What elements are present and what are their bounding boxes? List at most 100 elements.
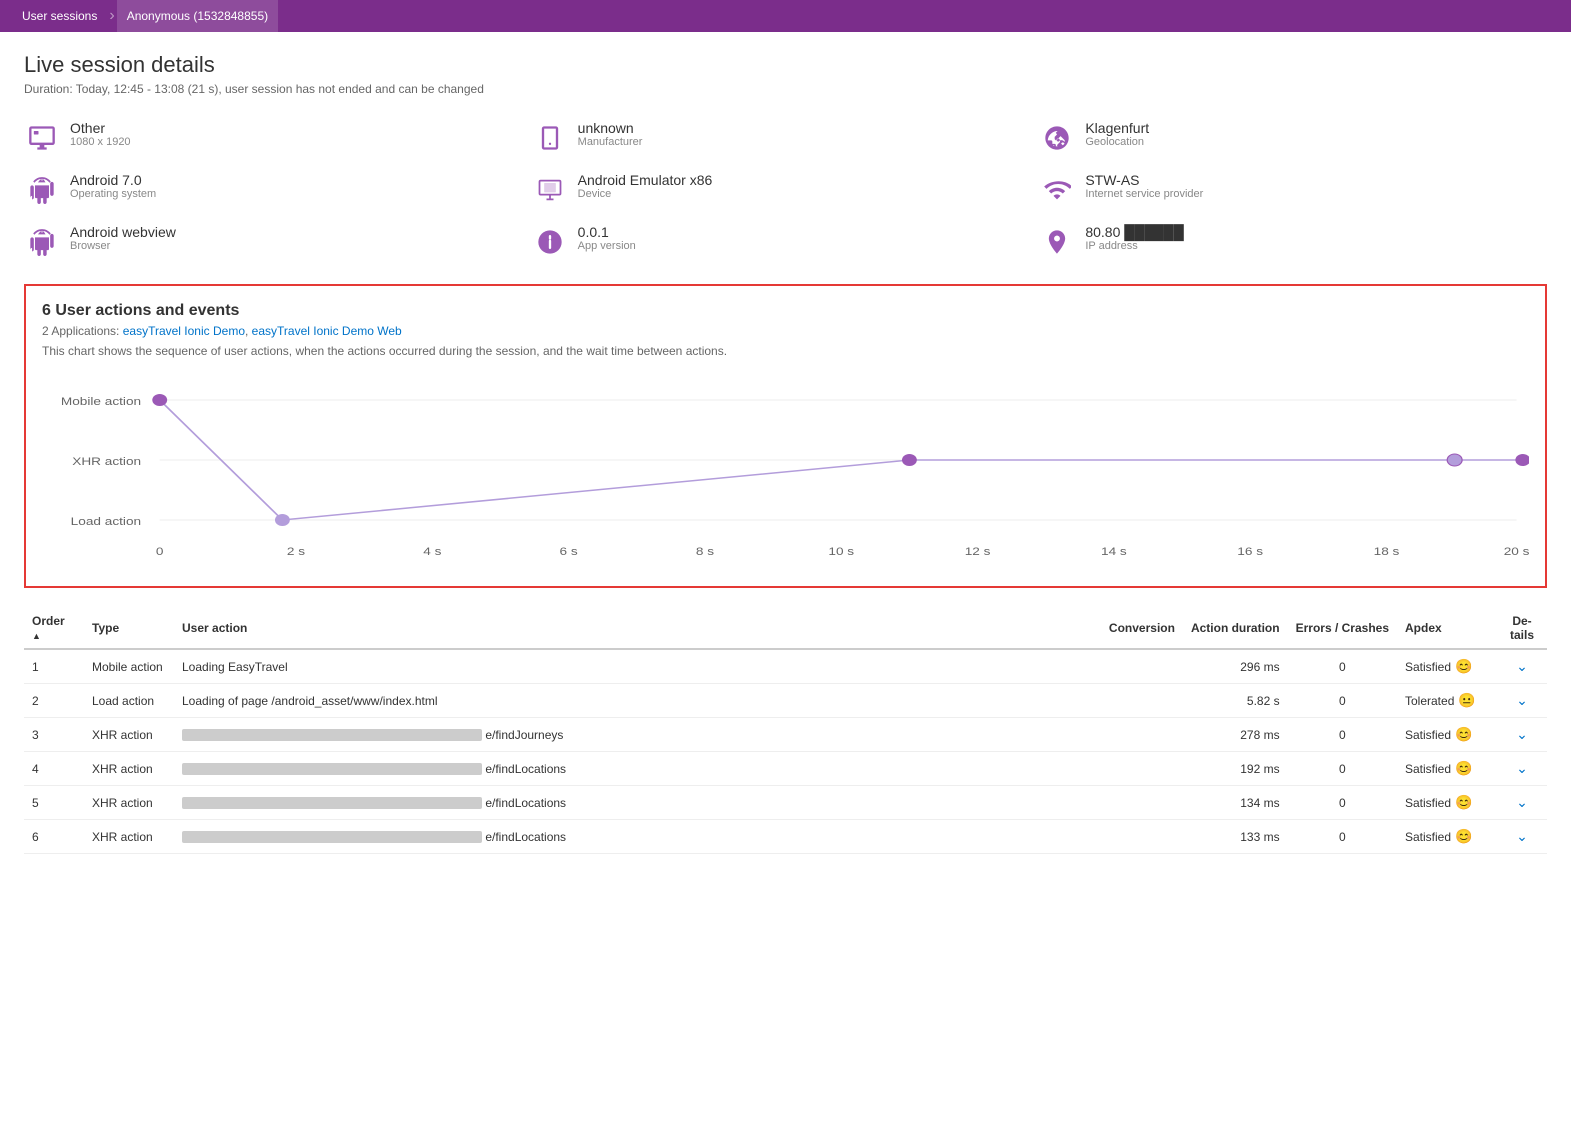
cell-apdex: Satisfied 😊 <box>1397 649 1497 684</box>
chart-apps-label: 2 Applications: <box>42 324 123 338</box>
cell-duration: 296 ms <box>1183 649 1288 684</box>
geolocation-label: Klagenfurt <box>1085 120 1149 136</box>
cell-action: Loading EasyTravel <box>174 649 1101 684</box>
cell-conversion <box>1101 786 1183 820</box>
cell-conversion <box>1101 820 1183 854</box>
ip-label: 80.80 ██████ <box>1085 224 1183 240</box>
manufacturer-label: unknown <box>578 120 643 136</box>
svg-text:14 s: 14 s <box>1101 545 1127 557</box>
table-row: 6 XHR action e/findLocations 133 ms 0 Sa… <box>24 820 1547 854</box>
cell-errors: 0 <box>1288 649 1397 684</box>
nav-item-anonymous[interactable]: Anonymous (1532848855) <box>117 0 278 32</box>
cell-details[interactable]: ⌄ <box>1497 684 1547 718</box>
device-item-isp: STW-AS Internet service provider <box>1039 172 1547 208</box>
device-item-appversion: 0.0.1 App version <box>532 224 1040 260</box>
th-order[interactable]: Order▲ <box>24 608 84 649</box>
os-label: Android 7.0 <box>70 172 156 188</box>
cell-duration: 192 ms <box>1183 752 1288 786</box>
isp-label: STW-AS <box>1085 172 1203 188</box>
cell-details[interactable]: ⌄ <box>1497 649 1547 684</box>
chart-app-link-1[interactable]: easyTravel Ionic Demo <box>123 324 245 338</box>
expand-icon[interactable]: ⌄ <box>1516 726 1528 742</box>
browser-label: Android webview <box>70 224 176 240</box>
expand-icon[interactable]: ⌄ <box>1516 760 1528 776</box>
cell-action: e/findLocations <box>174 786 1101 820</box>
cell-details[interactable]: ⌄ <box>1497 718 1547 752</box>
cell-conversion <box>1101 718 1183 752</box>
cell-apdex: Satisfied 😊 <box>1397 786 1497 820</box>
table-row: 4 XHR action e/findLocations 192 ms 0 Sa… <box>24 752 1547 786</box>
android-browser-icon <box>24 224 60 260</box>
chart-svg: Mobile action XHR action Load action 0 2… <box>42 370 1529 570</box>
cell-type: XHR action <box>84 820 174 854</box>
cell-details[interactable]: ⌄ <box>1497 786 1547 820</box>
th-duration[interactable]: Action duration <box>1183 608 1288 649</box>
expand-icon[interactable]: ⌄ <box>1516 658 1528 674</box>
nav-item-user-sessions[interactable]: User sessions <box>12 0 107 32</box>
geolocation-sub: Geolocation <box>1085 136 1149 148</box>
table-row: 3 XHR action e/findJourneys 278 ms 0 Sat… <box>24 718 1547 752</box>
cell-apdex: Tolerated 😐 <box>1397 684 1497 718</box>
chart-title: 6 User actions and events <box>42 302 1529 320</box>
th-apdex[interactable]: Apdex <box>1397 608 1497 649</box>
emulator-icon <box>532 172 568 208</box>
cell-type: XHR action <box>84 718 174 752</box>
svg-text:12 s: 12 s <box>965 545 991 557</box>
cell-order: 2 <box>24 684 84 718</box>
cell-errors: 0 <box>1288 786 1397 820</box>
cell-action: e/findLocations <box>174 752 1101 786</box>
device-sub: Device <box>578 188 713 200</box>
th-conversion[interactable]: Conversion <box>1101 608 1183 649</box>
cell-type: XHR action <box>84 786 174 820</box>
manufacturer-sub: Manufacturer <box>578 136 643 148</box>
cell-order: 3 <box>24 718 84 752</box>
chart-app-link-2[interactable]: easyTravel Ionic Demo Web <box>252 324 402 338</box>
svg-text:2 s: 2 s <box>287 545 305 557</box>
cell-duration: 133 ms <box>1183 820 1288 854</box>
chart-apps: 2 Applications: easyTravel Ionic Demo, e… <box>42 324 1529 338</box>
android-os-icon <box>24 172 60 208</box>
svg-text:10 s: 10 s <box>828 545 854 557</box>
expand-icon[interactable]: ⌄ <box>1516 692 1528 708</box>
svg-text:18 s: 18 s <box>1374 545 1400 557</box>
cell-type: Mobile action <box>84 649 174 684</box>
cell-type: XHR action <box>84 752 174 786</box>
chart-desc: This chart shows the sequence of user ac… <box>42 344 1529 358</box>
table-row: 1 Mobile action Loading EasyTravel 296 m… <box>24 649 1547 684</box>
th-type[interactable]: Type <box>84 608 174 649</box>
cell-conversion <box>1101 684 1183 718</box>
th-action[interactable]: User action <box>174 608 1101 649</box>
device-item-os: Android 7.0 Operating system <box>24 172 532 208</box>
cell-errors: 0 <box>1288 752 1397 786</box>
cell-action: e/findLocations <box>174 820 1101 854</box>
actions-table: Order▲ Type User action Conversion Actio… <box>24 608 1547 854</box>
monitor-icon <box>24 120 60 156</box>
table-row: 5 XHR action e/findLocations 134 ms 0 Sa… <box>24 786 1547 820</box>
info-icon <box>532 224 568 260</box>
svg-text:Load action: Load action <box>71 515 142 527</box>
cell-details[interactable]: ⌄ <box>1497 752 1547 786</box>
cell-duration: 134 ms <box>1183 786 1288 820</box>
device-info-grid: Other 1080 x 1920 unknown Manufacturer K… <box>24 120 1547 260</box>
appversion-label: 0.0.1 <box>578 224 636 240</box>
cell-errors: 0 <box>1288 684 1397 718</box>
chart-section: 6 User actions and events 2 Applications… <box>24 284 1547 588</box>
table-section: Order▲ Type User action Conversion Actio… <box>24 608 1547 854</box>
cell-type: Load action <box>84 684 174 718</box>
page-subtitle: Duration: Today, 12:45 - 13:08 (21 s), u… <box>24 82 1547 96</box>
th-errors[interactable]: Errors / Crashes <box>1288 608 1397 649</box>
main-content: Live session details Duration: Today, 12… <box>0 32 1571 1125</box>
nav-separator: › <box>109 7 114 25</box>
cell-details[interactable]: ⌄ <box>1497 820 1547 854</box>
page-title: Live session details <box>24 52 1547 78</box>
svg-text:0: 0 <box>156 545 164 557</box>
expand-icon[interactable]: ⌄ <box>1516 828 1528 844</box>
svg-text:Mobile action: Mobile action <box>61 395 141 407</box>
phone-icon <box>532 120 568 156</box>
expand-icon[interactable]: ⌄ <box>1516 794 1528 810</box>
svg-text:20 s: 20 s <box>1504 545 1529 557</box>
screen-label: Other <box>70 120 131 136</box>
th-details[interactable]: De-tails <box>1497 608 1547 649</box>
cell-order: 1 <box>24 649 84 684</box>
nav-bar: User sessions › Anonymous (1532848855) <box>0 0 1571 32</box>
